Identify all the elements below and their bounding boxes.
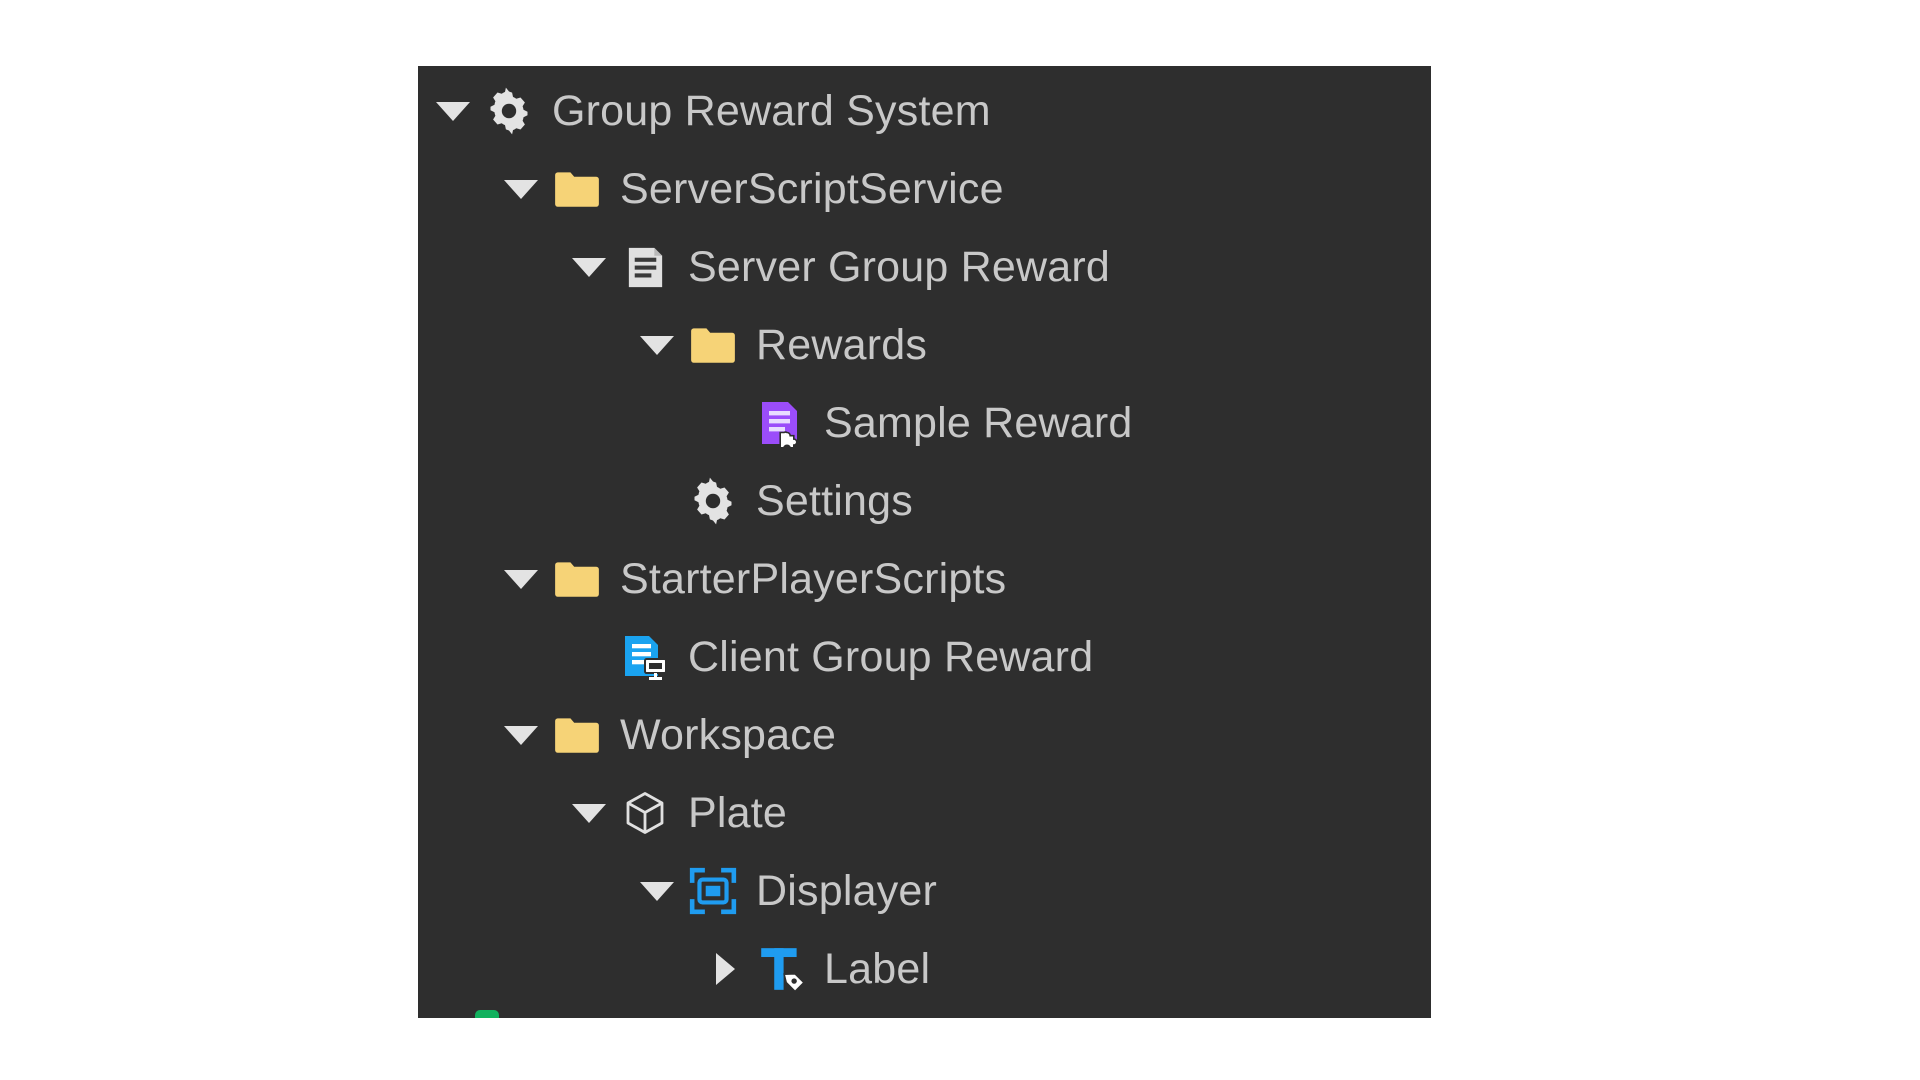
tree-row-label: Plate (688, 788, 788, 837)
expand-arrow-down-icon[interactable] (566, 244, 612, 290)
tree-row-label: Displayer (756, 866, 938, 915)
tree-row[interactable]: Sample Reward (418, 384, 1431, 462)
script-icon (616, 238, 674, 296)
expand-arrow-down-icon[interactable] (566, 790, 612, 836)
folder-icon (548, 706, 606, 764)
folder-icon (684, 316, 742, 374)
bottom-clipped-row (418, 1008, 1431, 1018)
part-cube-icon (616, 784, 674, 842)
tree-row-label: Group Reward System (552, 86, 991, 135)
tree-row-label: Rewards (756, 320, 928, 369)
tree-row[interactable]: Server Group Reward (418, 228, 1431, 306)
triangle-shape (640, 335, 674, 355)
tree-row-label: ServerScriptService (620, 164, 1004, 213)
tree-row[interactable]: Displayer (418, 852, 1431, 930)
tree-row[interactable]: Plate (418, 774, 1431, 852)
tree-row[interactable]: Label (418, 930, 1431, 1008)
expand-arrow-down-icon[interactable] (498, 556, 544, 602)
triangle-shape (572, 257, 606, 277)
tree-row[interactable]: Client Group Reward (418, 618, 1431, 696)
gear-icon (684, 472, 742, 530)
tree-row-label: Label (824, 944, 931, 993)
tree-row[interactable]: Rewards (418, 306, 1431, 384)
tree-row-label: StarterPlayerScripts (620, 554, 1007, 603)
tree-row-label: Workspace (620, 710, 837, 759)
triangle-shape (504, 569, 538, 589)
expand-arrow-right-icon[interactable] (702, 946, 748, 992)
expand-arrow-down-icon[interactable] (498, 712, 544, 758)
tree-row-label: Sample Reward (824, 398, 1133, 447)
triangle-shape (715, 953, 735, 985)
triangle-shape (436, 101, 470, 121)
module-script-icon (752, 394, 810, 452)
tree-row-label: Settings (756, 476, 913, 525)
triangle-shape (572, 803, 606, 823)
triangle-shape (504, 725, 538, 745)
triangle-shape (504, 179, 538, 199)
expand-arrow-down-icon[interactable] (430, 88, 476, 134)
tree-row[interactable]: Group Reward System (418, 72, 1431, 150)
expand-arrow-down-icon[interactable] (634, 322, 680, 368)
surface-gui-icon (684, 862, 742, 920)
tree-root: Group Reward System ServerScriptService Se… (418, 72, 1431, 1008)
expand-arrow-down-icon[interactable] (634, 868, 680, 914)
tree-row-label: Server Group Reward (688, 242, 1111, 291)
tree-row[interactable]: StarterPlayerScripts (418, 540, 1431, 618)
text-label-icon (752, 940, 810, 998)
green-icon-sliver (475, 1010, 499, 1018)
expand-arrow-down-icon[interactable] (498, 166, 544, 212)
folder-icon (548, 160, 606, 218)
triangle-shape (640, 881, 674, 901)
tree-row-label: Client Group Reward (688, 632, 1094, 681)
tree-row[interactable]: Settings (418, 462, 1431, 540)
local-script-icon (616, 628, 674, 686)
folder-icon (548, 550, 606, 608)
tree-row[interactable]: ServerScriptService (418, 150, 1431, 228)
tree-row[interactable]: Workspace (418, 696, 1431, 774)
gear-icon (480, 82, 538, 140)
explorer-tree-panel[interactable]: Group Reward System ServerScriptService Se… (418, 66, 1431, 1018)
